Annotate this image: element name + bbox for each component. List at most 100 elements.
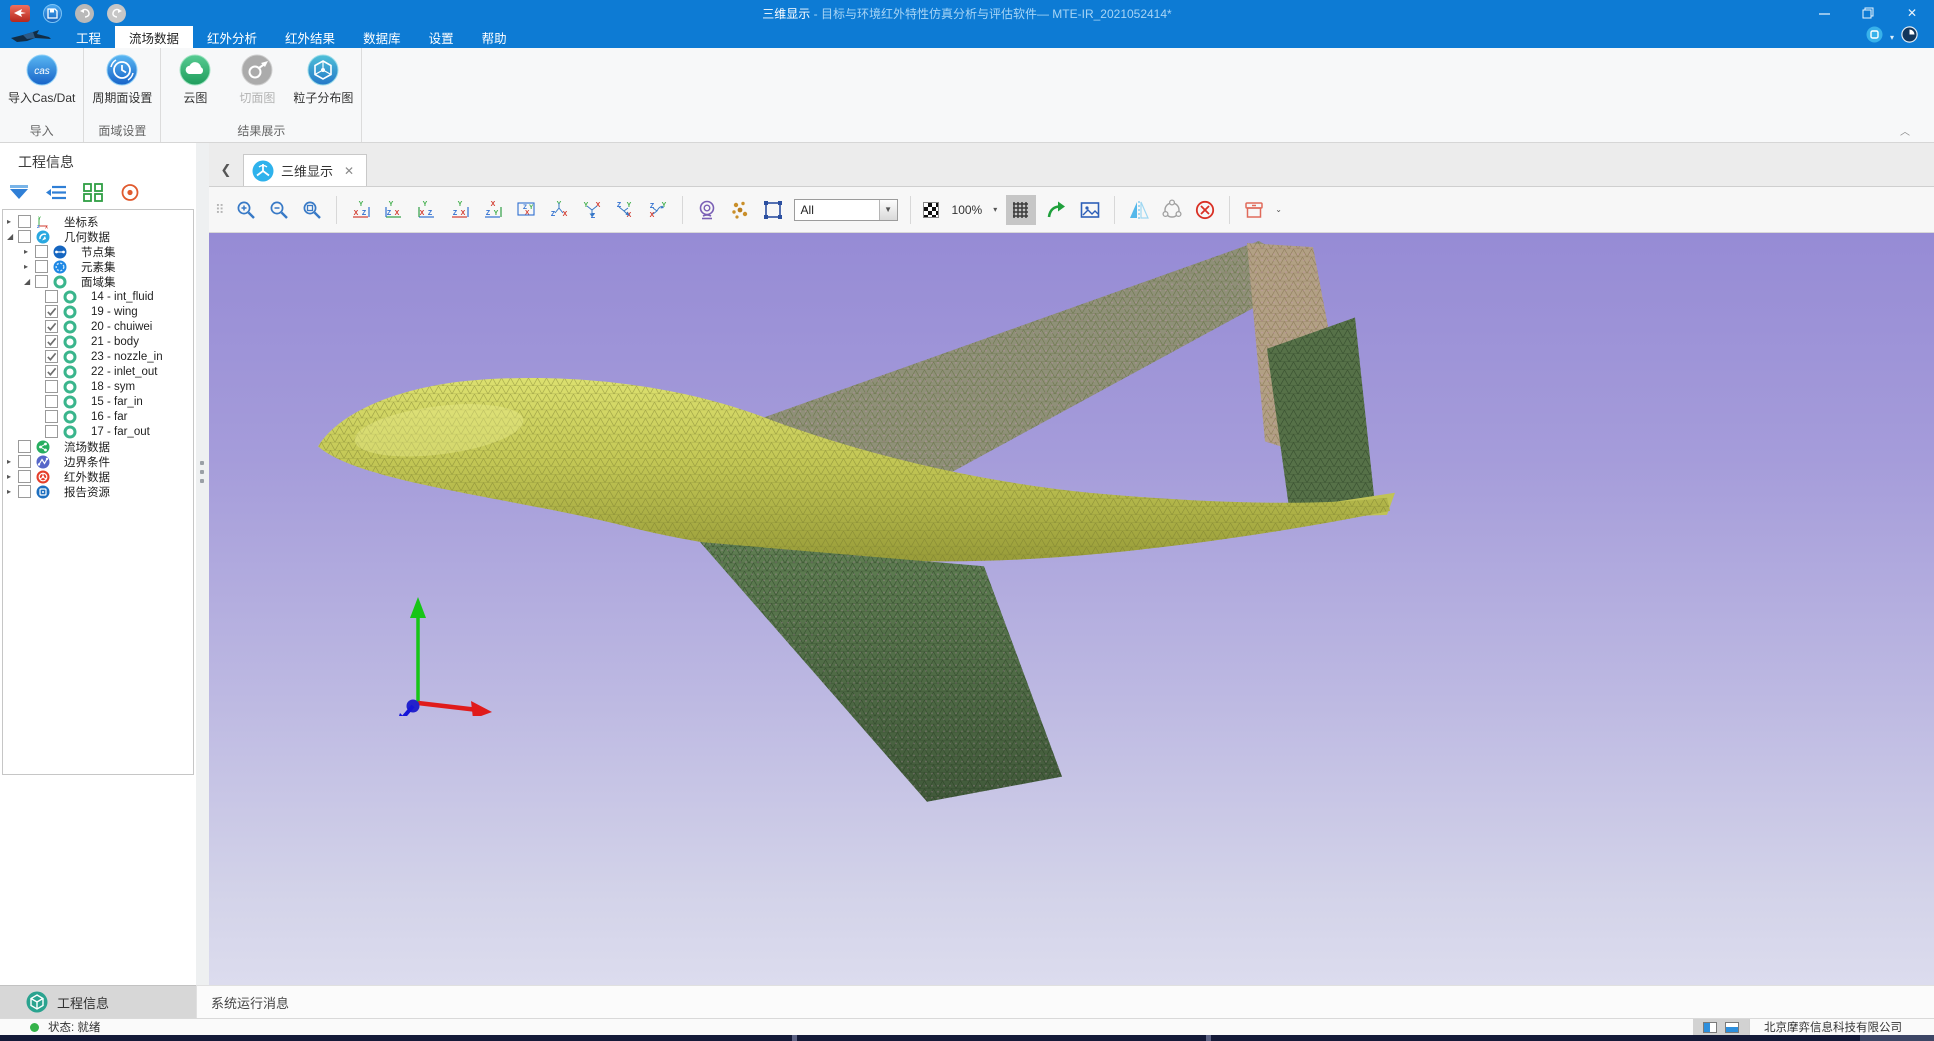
menu-tab-database[interactable]: 数据库 — [349, 26, 415, 48]
collapse-all-button[interactable] — [45, 182, 67, 203]
view-iso-3-button[interactable]: ZYX — [613, 198, 637, 222]
tree-item-infrared-data-checkbox[interactable] — [18, 470, 31, 483]
toolbar-overflow-chevron[interactable]: ⌄ — [1275, 205, 1282, 214]
restore-button[interactable] — [1846, 0, 1890, 26]
tree-item-element-set-checkbox[interactable] — [35, 260, 48, 273]
tree-item-14-int_fluid-checkbox[interactable] — [45, 290, 58, 303]
tree-item-geometry-data[interactable]: ◢几何数据 — [3, 229, 193, 244]
tree-item-20-chuiwei[interactable]: 20 - chuiwei — [3, 319, 193, 334]
tree-item-22-inlet_out-checkbox[interactable] — [45, 365, 58, 378]
periodic-face-button[interactable]: 周期面设置 — [87, 54, 157, 106]
tree-expand-arrow[interactable]: ▸ — [7, 472, 18, 481]
tree-item-23-nozzle_in[interactable]: 23 - nozzle_in — [3, 349, 193, 364]
theme-dropdown-caret[interactable]: ▾ — [1890, 33, 1894, 42]
snapshot-button[interactable] — [1078, 198, 1102, 222]
tree-collapse-arrow[interactable]: ◢ — [7, 232, 18, 241]
tab-close-icon[interactable]: ✕ — [344, 164, 354, 178]
tree-expand-arrow[interactable]: ▸ — [7, 487, 18, 496]
view-iso-4-button[interactable]: ZXY — [646, 198, 670, 222]
linked-views-button[interactable] — [1160, 198, 1184, 222]
view-left-button[interactable]: YXZ — [415, 198, 439, 222]
panel-splitter[interactable] — [196, 143, 209, 985]
tree-item-19-wing-checkbox[interactable] — [45, 305, 58, 318]
display-filter-caret[interactable]: ▼ — [879, 200, 897, 220]
menu-tab-project[interactable]: 工程 — [62, 26, 115, 48]
zoom-out-button[interactable] — [267, 198, 291, 222]
tree-expand-arrow[interactable]: ▸ — [7, 457, 18, 466]
tree-item-infrared-data[interactable]: ▸红外数据 — [3, 469, 193, 484]
export-view-button[interactable] — [1045, 198, 1069, 222]
view-front-button[interactable]: YXZ — [349, 198, 373, 222]
tree-item-boundary-conditions-checkbox[interactable] — [18, 455, 31, 468]
tree-item-report-resources-checkbox[interactable] — [18, 485, 31, 498]
view-top-button[interactable]: XZY — [481, 198, 505, 222]
tree-item-flowfield-data[interactable]: 流场数据 — [3, 439, 193, 454]
menu-tab-ir-analysis[interactable]: 红外分析 — [193, 26, 271, 48]
tree-item-21-body-checkbox[interactable] — [45, 335, 58, 348]
view-iso-2-button[interactable]: YXZ — [580, 198, 604, 222]
tree-item-flowfield-data-checkbox[interactable] — [18, 440, 31, 453]
3d-viewport[interactable]: x — [209, 233, 1934, 985]
tree-item-16-far-checkbox[interactable] — [45, 410, 58, 423]
tab-3d-view[interactable]: 三维显示 ✕ — [243, 154, 367, 186]
particle-plot-button[interactable]: 粒子分布图 — [288, 54, 358, 106]
view-back-button[interactable]: YZX — [382, 198, 406, 222]
undo-button[interactable] — [75, 4, 94, 23]
tree-item-21-body[interactable]: 21 - body — [3, 334, 193, 349]
view-bottom-button[interactable]: ZYX — [514, 198, 538, 222]
grid-view-button[interactable] — [82, 182, 104, 203]
tree-item-14-int_fluid[interactable]: 14 - int_fluid — [3, 289, 193, 304]
tree-item-18-sym-checkbox[interactable] — [45, 380, 58, 393]
tree-item-19-wing[interactable]: 19 - wing — [3, 304, 193, 319]
filter-button[interactable] — [8, 182, 30, 203]
tree-item-face-set-checkbox[interactable] — [35, 275, 48, 288]
tree-item-23-nozzle_in-checkbox[interactable] — [45, 350, 58, 363]
about-button[interactable] — [1901, 26, 1918, 48]
clear-scene-button[interactable] — [1193, 198, 1217, 222]
tree-item-boundary-conditions[interactable]: ▸边界条件 — [3, 454, 193, 469]
ribbon-collapse-chevron[interactable]: ︿ — [1900, 123, 1910, 138]
particle-render-button[interactable] — [728, 198, 752, 222]
zoom-fit-button[interactable] — [300, 198, 324, 222]
contour-plot-button[interactable]: 云图 — [164, 54, 226, 106]
save-button[interactable] — [43, 4, 62, 23]
view-right-button[interactable]: YZX — [448, 198, 472, 222]
display-filter-combobox[interactable]: All ▼ — [794, 199, 898, 221]
box-select-button[interactable] — [761, 198, 785, 222]
minimize-button[interactable] — [1802, 0, 1846, 26]
tree-item-15-far_in-checkbox[interactable] — [45, 395, 58, 408]
tree-item-22-inlet_out[interactable]: 22 - inlet_out — [3, 364, 193, 379]
mesh-toggle-button[interactable] — [1006, 195, 1036, 225]
tree-item-17-far_out-checkbox[interactable] — [45, 425, 58, 438]
menu-tab-settings[interactable]: 设置 — [415, 26, 468, 48]
light-button[interactable] — [695, 198, 719, 222]
app-menu-button[interactable] — [10, 5, 30, 22]
tree-item-16-far[interactable]: 16 - far — [3, 409, 193, 424]
tree-item-element-set[interactable]: ▸元素集 — [3, 259, 193, 274]
section-box-button[interactable] — [1242, 198, 1266, 222]
theme-style-button[interactable] — [1866, 26, 1883, 48]
opacity-caret[interactable]: ▾ — [993, 205, 997, 214]
system-message-header[interactable]: 系统运行消息 — [196, 985, 1934, 1018]
tree-item-report-resources[interactable]: ▸报告资源 — [3, 484, 193, 499]
tree-item-face-set[interactable]: ◢面域集 — [3, 274, 193, 289]
tree-item-17-far_out[interactable]: 17 - far_out — [3, 424, 193, 439]
zoom-in-button[interactable] — [234, 198, 258, 222]
tree-expand-arrow[interactable]: ▸ — [24, 247, 35, 256]
layout-left-panel-icon[interactable] — [1703, 1022, 1717, 1033]
menu-tab-help[interactable]: 帮助 — [468, 26, 521, 48]
redo-button[interactable] — [107, 4, 126, 23]
layout-bottom-panel-icon[interactable] — [1725, 1022, 1739, 1033]
mirror-button[interactable] — [1127, 198, 1151, 222]
locate-target-button[interactable] — [119, 182, 141, 203]
tree-item-node-set[interactable]: ▸节点集 — [3, 244, 193, 259]
tree-item-coordinate-system[interactable]: ▸YZX坐标系 — [3, 214, 193, 229]
tree-expand-arrow[interactable]: ▸ — [24, 262, 35, 271]
import-cas-dat-button[interactable]: cas导入Cas/Dat — [3, 54, 80, 106]
tree-item-20-chuiwei-checkbox[interactable] — [45, 320, 58, 333]
tree-item-geometry-data-checkbox[interactable] — [18, 230, 31, 243]
opacity-icon[interactable] — [923, 202, 939, 218]
tree-item-15-far_in[interactable]: 15 - far_in — [3, 394, 193, 409]
splitter-handle[interactable] — [200, 461, 204, 483]
tree-collapse-arrow[interactable]: ◢ — [24, 277, 35, 286]
